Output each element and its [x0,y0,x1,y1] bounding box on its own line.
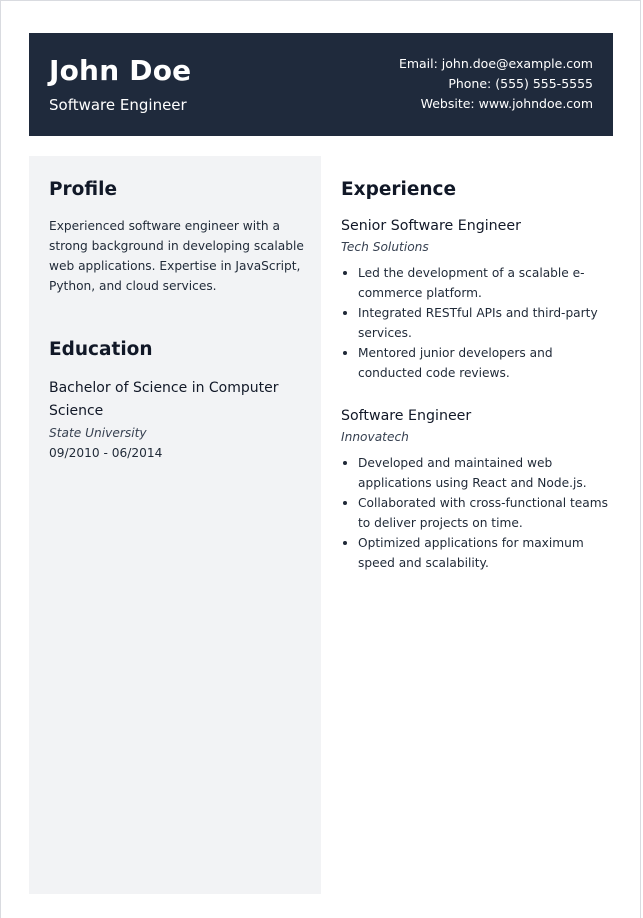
candidate-name: John Doe [49,54,192,87]
bullet-dot-icon [343,541,347,545]
job-title: Senior Software Engineer [341,218,521,234]
profile-section: Profile Experienced software engineer wi… [49,176,309,296]
resume-page: John Doe Software Engineer Email: john.d… [0,0,641,918]
candidate-title: Software Engineer [49,96,187,114]
job-company: Tech Solutions [341,240,429,254]
bullet-text: Optimized applications for maximum speed… [358,536,584,570]
job-bullets: Developed and maintained web application… [341,453,613,573]
experience-heading: Experience [341,179,457,200]
education-section: Education Bachelor of Science in Compute… [49,336,309,463]
sidebar: Profile Experienced software engineer wi… [29,156,321,894]
job-entry: Senior Software Engineer Tech Solutions … [341,215,613,383]
contact-info: Email: john.doe@example.com Phone: (555)… [399,54,593,114]
resume-header: John Doe Software Engineer Email: john.d… [29,33,613,136]
job-bullet: Optimized applications for maximum speed… [341,533,613,573]
education-heading: Education [49,339,153,360]
profile-text: Experienced software engineer with a str… [49,219,304,293]
contact-website: Website: www.johndoe.com [420,96,593,111]
profile-heading: Profile [49,179,117,200]
education-dates: 09/2010 - 06/2014 [49,446,163,460]
job-bullet: Developed and maintained web application… [341,453,613,493]
job-bullets: Led the development of a scalable e-comm… [341,263,613,383]
bullet-text: Collaborated with cross-functional teams… [358,496,608,530]
bullet-dot-icon [343,501,347,505]
job-bullet: Mentored junior developers and conducted… [341,343,613,383]
bullet-dot-icon [343,311,347,315]
bullet-text: Developed and maintained web application… [358,456,587,490]
bullet-text: Mentored junior developers and conducted… [358,346,553,380]
job-bullet: Integrated RESTful APIs and third-party … [341,303,613,343]
education-degree: Bachelor of Science in Computer Science [49,380,279,419]
contact-email: Email: john.doe@example.com [398,56,593,71]
job-bullet: Led the development of a scalable e-comm… [341,263,613,303]
job-company: Innovatech [341,430,409,444]
contact-phone: Phone: (555) 555-5555 [448,76,593,91]
job-title: Software Engineer [341,408,472,424]
education-school: State University [49,426,147,440]
bullet-dot-icon [343,271,347,275]
bullet-dot-icon [343,351,347,355]
bullet-text: Integrated RESTful APIs and third-party … [358,306,598,340]
bullet-dot-icon [343,461,347,465]
job-bullet: Collaborated with cross-functional teams… [341,493,613,533]
job-entry: Software Engineer Innovatech Developed a… [341,405,613,573]
bullet-text: Led the development of a scalable e-comm… [358,266,585,300]
